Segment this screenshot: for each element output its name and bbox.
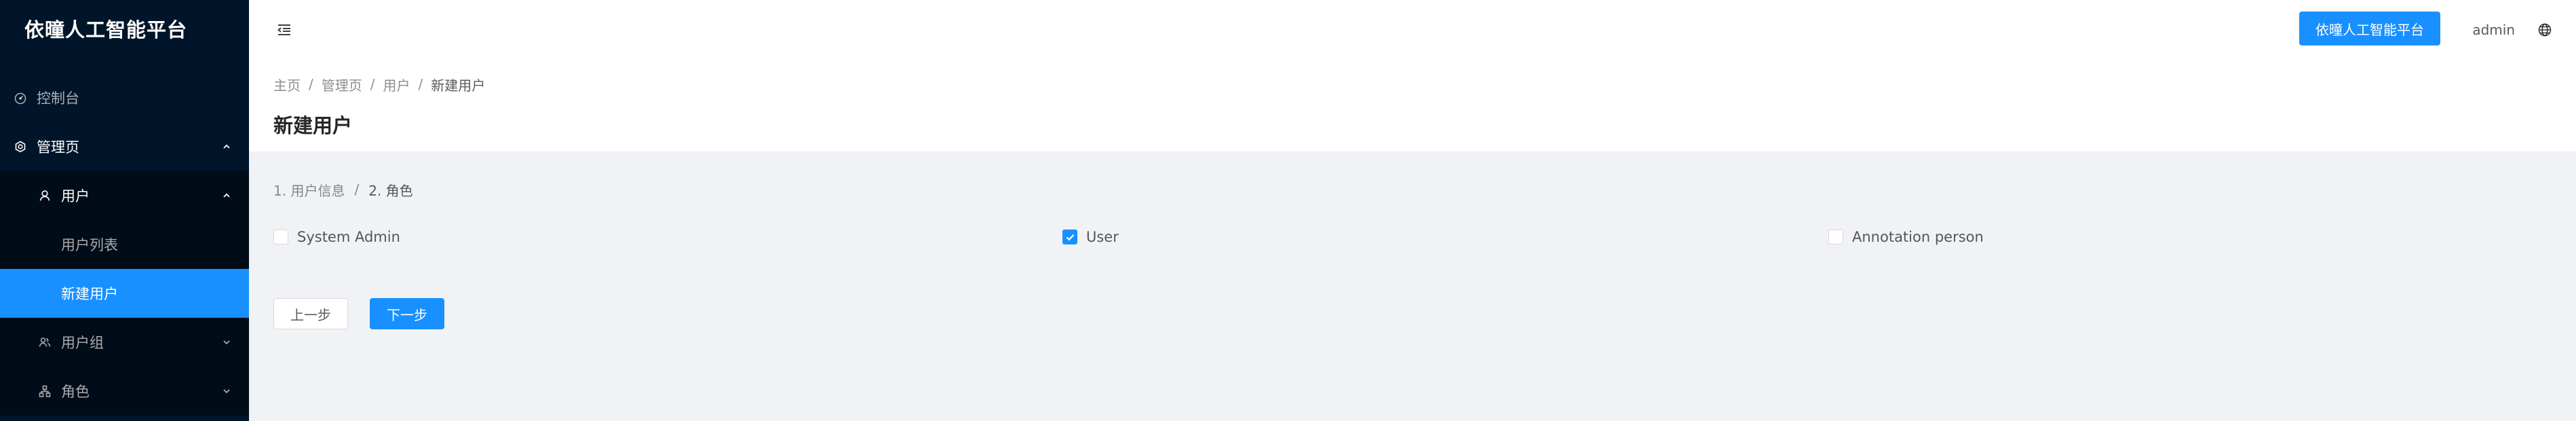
breadcrumb: 主页 / 管理页 / 用户 / 新建用户 — [273, 73, 2552, 95]
sidebar: 依曈人工智能平台 控制台 管理页 用户 用户列表 新建用户 用户组 角色 — [0, 0, 249, 421]
step-separator: / — [354, 181, 360, 198]
sidebar-item-label: 用户组 — [61, 335, 104, 351]
chevron-up-icon — [222, 191, 231, 200]
sidebar-item-user-groups[interactable]: 用户组 — [0, 318, 249, 367]
sidebar-item-users[interactable]: 用户 — [0, 171, 249, 220]
sidebar-menu: 控制台 管理页 用户 用户列表 新建用户 用户组 角色 — [0, 73, 249, 416]
prev-step-button[interactable]: 上一步 — [273, 298, 348, 329]
globe-icon[interactable] — [2535, 20, 2554, 39]
page-title: 新建用户 — [273, 114, 353, 137]
chevron-down-icon — [222, 386, 231, 396]
sidebar-item-label: 用户 — [61, 188, 90, 204]
breadcrumb-separator: / — [370, 76, 375, 92]
role-label: System Admin — [297, 229, 400, 245]
platform-button[interactable]: 依曈人工智能平台 — [2299, 12, 2440, 45]
user-icon — [37, 187, 53, 204]
sidebar-item-admin[interactable]: 管理页 — [0, 122, 249, 171]
next-step-button[interactable]: 下一步 — [370, 298, 444, 329]
sidebar-item-user-list[interactable]: 用户列表 — [0, 220, 249, 269]
breadcrumb-users[interactable]: 用户 — [383, 75, 410, 94]
page-header: 主页 / 管理页 / 用户 / 新建用户 新建用户 — [249, 60, 2576, 151]
sidebar-item-label: 用户列表 — [61, 237, 118, 253]
checkbox[interactable] — [1828, 230, 1843, 244]
step-user-info[interactable]: 1. 用户信息 — [273, 180, 345, 200]
step-roles: 2. 角色 — [368, 182, 413, 199]
breadcrumb-current: 新建用户 — [431, 77, 486, 94]
cluster-icon — [37, 383, 53, 399]
sidebar-item-dashboard[interactable]: 控制台 — [0, 73, 249, 122]
check-icon — [1066, 234, 1074, 241]
role-option-annotation-person[interactable]: Annotation person — [1828, 229, 1984, 245]
breadcrumb-separator: / — [309, 76, 313, 92]
role-option-user[interactable]: User — [1062, 229, 1119, 245]
breadcrumb-home[interactable]: 主页 — [273, 75, 301, 94]
chevron-down-icon — [222, 337, 231, 347]
role-checkbox-group: System Admin User Annotation person — [273, 218, 2552, 259]
team-icon — [37, 334, 53, 350]
dashboard-icon — [12, 90, 28, 106]
user-menu[interactable]: admin — [2472, 0, 2515, 60]
chevron-up-icon — [222, 142, 231, 151]
checkbox[interactable] — [273, 230, 288, 244]
sidebar-item-roles[interactable]: 角色 — [0, 367, 249, 416]
breadcrumb-separator: / — [418, 76, 423, 92]
sidebar-item-new-user[interactable]: 新建用户 — [0, 269, 249, 318]
menu-fold-icon[interactable] — [273, 19, 295, 41]
top-header: 依曈人工智能平台 admin — [249, 0, 2576, 60]
sidebar-item-label: 管理页 — [37, 139, 79, 155]
role-label: Annotation person — [1852, 229, 1984, 245]
setting-icon — [12, 139, 28, 155]
step-breadcrumb: 1. 用户信息 / 2. 角色 — [273, 176, 2552, 203]
role-label: User — [1086, 229, 1119, 245]
main-content: 1. 用户信息 / 2. 角色 System Admin User Annota… — [249, 151, 2576, 421]
step-actions: 上一步 下一步 — [273, 298, 2552, 329]
sidebar-item-label: 角色 — [61, 384, 90, 400]
sidebar-item-label: 控制台 — [37, 90, 79, 107]
sidebar-item-label: 新建用户 — [61, 286, 118, 302]
role-option-system-admin[interactable]: System Admin — [273, 229, 400, 245]
checkbox-checked[interactable] — [1062, 230, 1077, 244]
breadcrumb-admin[interactable]: 管理页 — [322, 75, 362, 94]
app-logo-title[interactable]: 依曈人工智能平台 — [0, 0, 249, 57]
